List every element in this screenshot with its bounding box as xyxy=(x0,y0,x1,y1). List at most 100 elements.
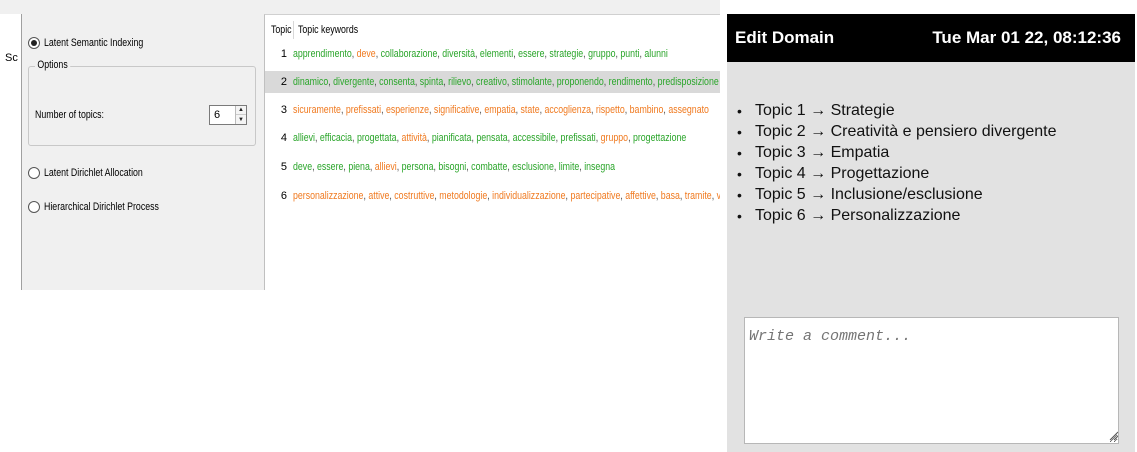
topic-keywords: personalizzazione, attive, costruttive, … xyxy=(293,190,720,202)
list-item: • Topic 6 → Personalizzazione xyxy=(737,205,1057,226)
left-tab-strip: Sc xyxy=(0,14,22,290)
topic-keywords: apprendimento, deve, collaborazione, div… xyxy=(293,48,668,60)
list-item: • Topic 4 → Progettazione xyxy=(737,163,1057,184)
lda-radio-option[interactable]: Latent Dirichlet Allocation xyxy=(28,166,168,180)
topic-keywords: deve, essere, piena, allievi, persona, b… xyxy=(293,161,616,173)
keyword: pensata xyxy=(476,132,508,144)
keyword: elementi xyxy=(479,48,514,60)
results-table-header: Topic Topic keywords xyxy=(265,15,720,43)
topic-summary-text: Topic 1 → Strategie xyxy=(755,101,895,119)
keyword: stimolante xyxy=(511,76,552,88)
topic-number: 5 xyxy=(280,161,287,173)
keyword: significative xyxy=(433,104,480,116)
keyword: strategie xyxy=(549,48,584,60)
keyword: gruppo xyxy=(588,48,616,60)
keyword: progettazione xyxy=(632,132,687,144)
topic-keywords: sicuramente, prefissati, esperienze, sig… xyxy=(293,104,709,116)
keyword: accoglienza xyxy=(544,104,591,116)
bullet-icon: • xyxy=(737,186,742,203)
edit-domain-header: Edit Domain Tue Mar 01 22, 08:12:36 xyxy=(727,14,1135,62)
spin-up-icon[interactable]: ▲ xyxy=(236,106,246,115)
number-of-topics-value[interactable]: 6 xyxy=(214,109,220,121)
keyword: allievi xyxy=(293,132,316,144)
hdp-radio-button[interactable] xyxy=(28,201,40,213)
topic-modelling-window: Sc Latent Semantic Indexing Options Numb… xyxy=(0,0,720,290)
number-of-topics-label: Number of topics: xyxy=(35,109,104,121)
table-row[interactable]: 6 personalizzazione, attive, costruttive,… xyxy=(265,185,720,207)
keyword: dinamico xyxy=(293,76,329,88)
column-header-topic[interactable]: Topic xyxy=(271,24,292,36)
options-group-label: Options xyxy=(35,59,71,71)
column-header-keywords[interactable]: Topic keywords xyxy=(298,24,358,36)
keyword: costruttive xyxy=(394,190,435,202)
lsi-radio-option[interactable]: Latent Semantic Indexing xyxy=(28,36,168,50)
spin-down-icon[interactable]: ▼ xyxy=(236,115,246,124)
keyword: partecipative xyxy=(570,190,621,202)
keyword: progettata xyxy=(356,132,397,144)
keyword: deve xyxy=(293,161,313,173)
keyword: v xyxy=(717,190,720,202)
table-row[interactable]: 4 allievi, efficacia, progettata, attivit… xyxy=(265,127,720,149)
column-divider[interactable] xyxy=(293,21,294,39)
number-of-topics-spinbox[interactable]: 6 ▲ ▼ xyxy=(209,105,247,125)
keyword: deve xyxy=(356,48,376,60)
lsi-radio-label: Latent Semantic Indexing xyxy=(44,37,144,49)
keyword: accessibile xyxy=(512,132,556,144)
table-row[interactable]: 1 apprendimento, deve, collaborazione, di… xyxy=(265,43,720,65)
keyword: empatia xyxy=(484,104,516,116)
keyword: combatte xyxy=(471,161,508,173)
method-options-panel: Latent Semantic Indexing Options Number … xyxy=(22,14,264,290)
keyword: assegnato xyxy=(668,104,709,116)
lda-radio-label: Latent Dirichlet Allocation xyxy=(44,167,143,179)
keyword: prefissati xyxy=(560,132,596,144)
keyword: sicuramente xyxy=(293,104,341,116)
keyword: diversità xyxy=(442,48,476,60)
keyword: essere xyxy=(518,48,545,60)
spin-buttons: ▲ ▼ xyxy=(235,106,246,124)
lda-radio-button[interactable] xyxy=(28,167,40,179)
edit-domain-title: Edit Domain xyxy=(735,28,835,47)
topic-summary-list: • Topic 1 → Strategie • Topic 2 → Creativi… xyxy=(737,100,1057,226)
keyword: gruppo xyxy=(600,132,629,144)
keyword: attività xyxy=(401,132,427,144)
keyword: divergente xyxy=(333,76,375,88)
bullet-icon: • xyxy=(737,102,742,119)
keyword: tramite xyxy=(684,190,712,202)
keyword: state xyxy=(520,104,540,116)
keyword: alunni xyxy=(644,48,668,60)
topic-number: 6 xyxy=(280,190,287,202)
keyword: punti xyxy=(620,48,640,60)
hdp-radio-option[interactable]: Hierarchical Dirichlet Process xyxy=(28,200,188,214)
keyword: predisposizione xyxy=(657,76,719,88)
keyword: efficacia xyxy=(319,132,353,144)
table-row[interactable]: 5 deve, essere, piena, allievi, persona, … xyxy=(265,156,720,178)
keyword: bisogni xyxy=(438,161,467,173)
keyword: esclusione xyxy=(512,161,554,173)
topic-summary-text: Topic 5 → Inclusione/esclusione xyxy=(755,185,983,203)
hdp-radio-label: Hierarchical Dirichlet Process xyxy=(44,201,159,213)
topic-summary-text: Topic 6 → Personalizzazione xyxy=(755,206,961,224)
keyword: individualizzazione xyxy=(492,190,566,202)
keyword: attive xyxy=(368,190,390,202)
topics-results-table: Topic Topic keywords 1 apprendimento, dev… xyxy=(264,14,720,290)
panel-edge xyxy=(1135,14,1136,452)
topic-summary-text: Topic 3 → Empatia xyxy=(755,143,890,161)
keyword: essere xyxy=(316,161,344,173)
keyword: esperienze xyxy=(385,104,430,116)
header-datetime: Tue Mar 01 22, 08:12:36 xyxy=(932,28,1121,47)
list-item: • Topic 5 → Inclusione/esclusione xyxy=(737,184,1057,205)
keyword: spinta xyxy=(419,76,444,88)
comment-input[interactable] xyxy=(744,317,1119,444)
options-group: Options Number of topics: 6 ▲ ▼ xyxy=(28,59,256,146)
table-row[interactable]: 2 dinamico, divergente, consenta, spinta,… xyxy=(265,71,720,93)
bullet-icon: • xyxy=(737,207,742,224)
table-row[interactable]: 3 sicuramente, prefissati, esperienze, si… xyxy=(265,99,720,121)
topic-summary-text: Topic 2 → Creatività e pensiero divergen… xyxy=(755,122,1057,140)
keyword: apprendimento xyxy=(293,48,352,60)
keyword: allievi xyxy=(374,161,397,173)
keyword: creativo xyxy=(476,76,507,88)
keyword: basa xyxy=(660,190,680,202)
left-strip-label: Sc xyxy=(5,52,18,64)
lsi-radio-button[interactable] xyxy=(28,37,40,49)
topic-number: 3 xyxy=(280,104,287,116)
